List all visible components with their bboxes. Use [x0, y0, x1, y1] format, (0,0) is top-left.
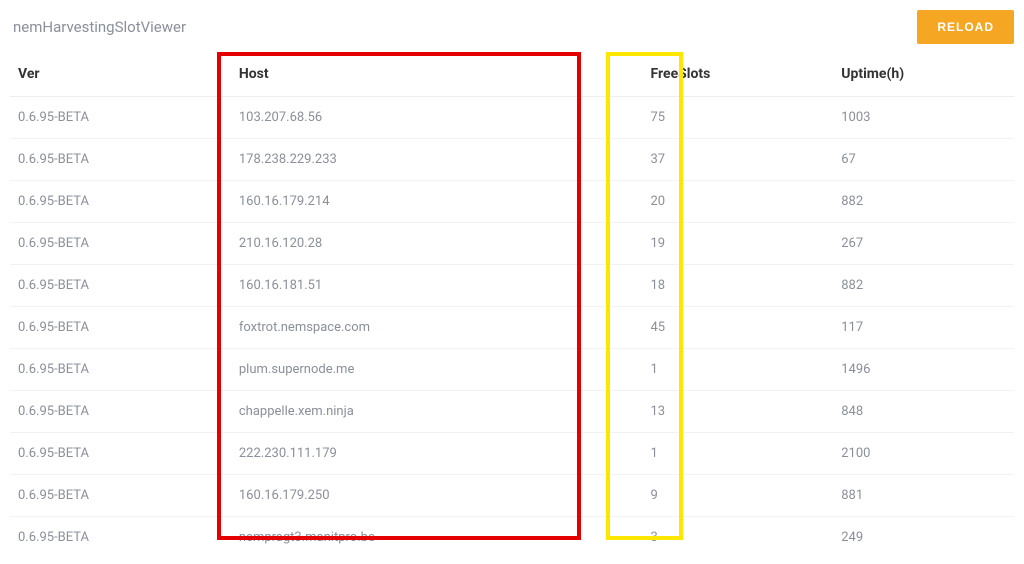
cell-ver: 0.6.95-BETA: [10, 517, 231, 559]
cell-uptime: 1003: [833, 97, 1014, 139]
cell-host: chappelle.xem.ninja: [231, 391, 643, 433]
cell-uptime: 2100: [833, 433, 1014, 475]
cell-uptime: 267: [833, 223, 1014, 265]
cell-uptime: 882: [833, 181, 1014, 223]
cell-freeslots: 37: [643, 139, 834, 181]
cell-freeslots: 13: [643, 391, 834, 433]
cell-freeslots: 20: [643, 181, 834, 223]
cell-ver: 0.6.95-BETA: [10, 265, 231, 307]
cell-ver: 0.6.95-BETA: [10, 139, 231, 181]
table-row: 0.6.95-BETA160.16.179.2509881: [10, 475, 1014, 517]
table-header-row: Ver Host FreeSlots Uptime(h): [10, 52, 1014, 97]
col-header-freeslots: FreeSlots: [643, 52, 834, 97]
cell-freeslots: 19: [643, 223, 834, 265]
cell-host: 222.230.111.179: [231, 433, 643, 475]
cell-freeslots: 1: [643, 349, 834, 391]
cell-host: 160.16.181.51: [231, 265, 643, 307]
cell-uptime: 881: [833, 475, 1014, 517]
cell-freeslots: 3: [643, 517, 834, 559]
cell-freeslots: 75: [643, 97, 834, 139]
cell-host: nempragt3.manitpro.be: [231, 517, 643, 559]
cell-ver: 0.6.95-BETA: [10, 307, 231, 349]
cell-uptime: 882: [833, 265, 1014, 307]
table-row: 0.6.95-BETA160.16.179.21420882: [10, 181, 1014, 223]
cell-ver: 0.6.95-BETA: [10, 181, 231, 223]
cell-ver: 0.6.95-BETA: [10, 349, 231, 391]
cell-ver: 0.6.95-BETA: [10, 223, 231, 265]
cell-freeslots: 45: [643, 307, 834, 349]
col-header-uptime: Uptime(h): [833, 52, 1014, 97]
table-row: 0.6.95-BETA178.238.229.2333767: [10, 139, 1014, 181]
table-row: 0.6.95-BETA103.207.68.56751003: [10, 97, 1014, 139]
page-title: nemHarvestingSlotViewer: [10, 18, 186, 36]
cell-freeslots: 18: [643, 265, 834, 307]
cell-host: 178.238.229.233: [231, 139, 643, 181]
cell-uptime: 249: [833, 517, 1014, 559]
cell-ver: 0.6.95-BETA: [10, 97, 231, 139]
table-row: 0.6.95-BETA210.16.120.2819267: [10, 223, 1014, 265]
slots-table: Ver Host FreeSlots Uptime(h) 0.6.95-BETA…: [10, 52, 1014, 558]
cell-ver: 0.6.95-BETA: [10, 475, 231, 517]
table-container: Ver Host FreeSlots Uptime(h) 0.6.95-BETA…: [10, 52, 1014, 558]
cell-host: 160.16.179.214: [231, 181, 643, 223]
table-row: 0.6.95-BETAfoxtrot.nemspace.com45117: [10, 307, 1014, 349]
cell-freeslots: 9: [643, 475, 834, 517]
cell-uptime: 1496: [833, 349, 1014, 391]
cell-ver: 0.6.95-BETA: [10, 433, 231, 475]
table-row: 0.6.95-BETAnempragt3.manitpro.be3249: [10, 517, 1014, 559]
col-header-ver: Ver: [10, 52, 231, 97]
cell-uptime: 67: [833, 139, 1014, 181]
cell-host: 103.207.68.56: [231, 97, 643, 139]
cell-host: foxtrot.nemspace.com: [231, 307, 643, 349]
cell-host: 160.16.179.250: [231, 475, 643, 517]
table-row: 0.6.95-BETAplum.supernode.me11496: [10, 349, 1014, 391]
table-row: 0.6.95-BETA160.16.181.5118882: [10, 265, 1014, 307]
cell-uptime: 848: [833, 391, 1014, 433]
table-row: 0.6.95-BETA222.230.111.17912100: [10, 433, 1014, 475]
col-header-host: Host: [231, 52, 643, 97]
table-row: 0.6.95-BETAchappelle.xem.ninja13848: [10, 391, 1014, 433]
cell-host: 210.16.120.28: [231, 223, 643, 265]
cell-ver: 0.6.95-BETA: [10, 391, 231, 433]
reload-button[interactable]: RELOAD: [917, 10, 1014, 44]
cell-host: plum.supernode.me: [231, 349, 643, 391]
cell-uptime: 117: [833, 307, 1014, 349]
cell-freeslots: 1: [643, 433, 834, 475]
